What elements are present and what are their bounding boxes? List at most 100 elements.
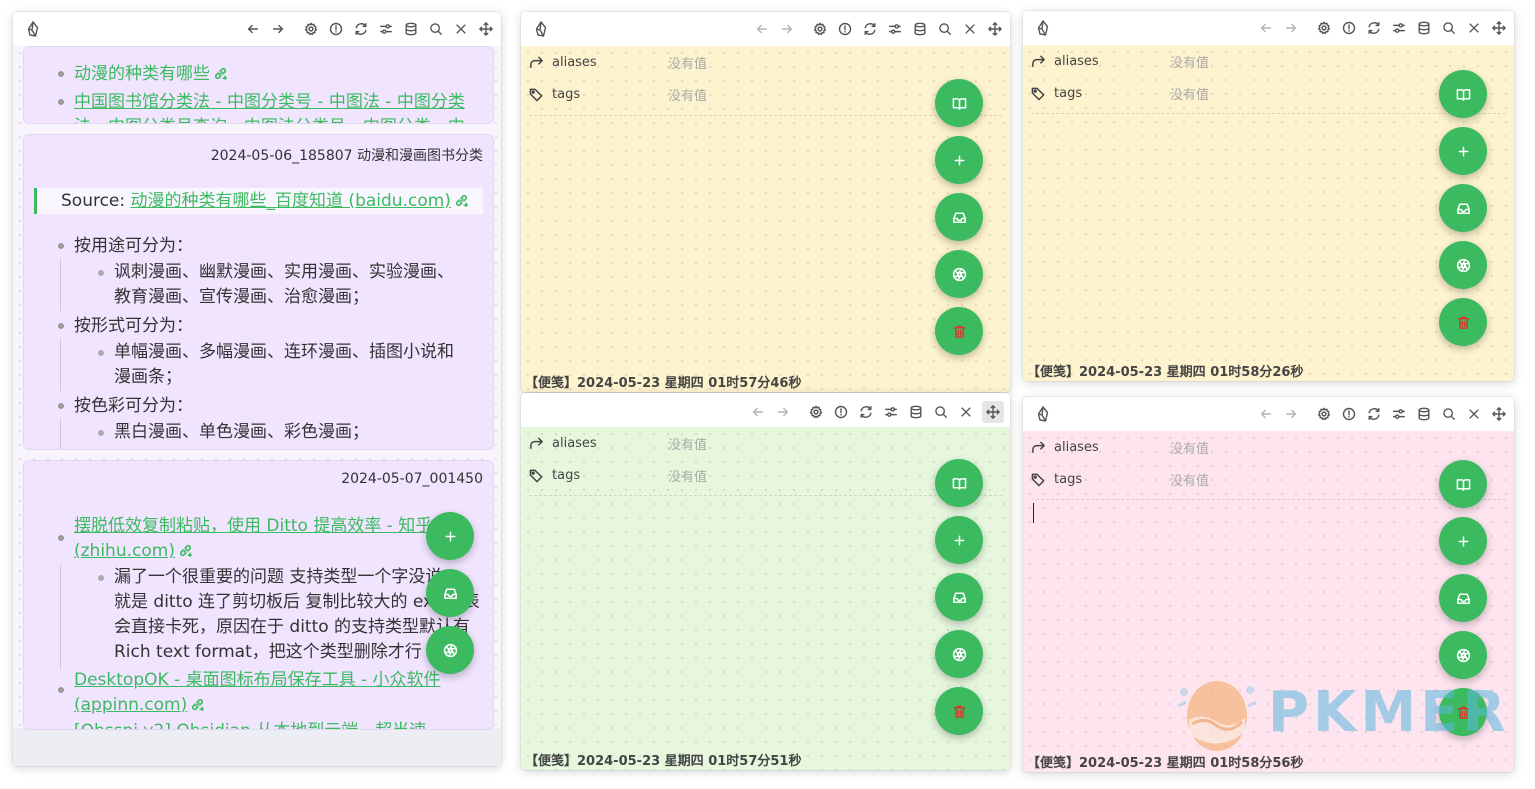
search-icon[interactable] xyxy=(427,20,445,38)
gear-icon[interactable] xyxy=(811,20,829,38)
delete-button[interactable] xyxy=(935,307,983,355)
property-tags[interactable]: tags 没有值 xyxy=(529,78,707,110)
property-aliases[interactable]: aliases 没有值 xyxy=(529,46,707,78)
inbox-button[interactable] xyxy=(1439,574,1487,622)
list-item-link[interactable]: DesktopOK - 桌面图标布局保存工具 - 小众软件 xyxy=(74,667,441,693)
inbox-button[interactable] xyxy=(1439,184,1487,232)
refresh-icon[interactable] xyxy=(857,403,875,421)
titlebar xyxy=(1023,397,1514,431)
property-tags[interactable]: tags 没有值 xyxy=(529,459,707,491)
aperture-button[interactable] xyxy=(935,630,983,678)
property-aliases[interactable]: aliases 没有值 xyxy=(1031,45,1209,77)
left-note-window: 动漫的种类有哪些 中国图书馆分类法 - 中图分类号 - 中图法 - 中图分类 法… xyxy=(13,12,501,766)
gear-icon[interactable] xyxy=(1315,19,1333,37)
property-aliases[interactable]: aliases 没有值 xyxy=(529,427,707,459)
forward-icon[interactable] xyxy=(1282,19,1300,37)
database-icon[interactable] xyxy=(911,20,929,38)
search-icon[interactable] xyxy=(1440,405,1458,423)
close-icon[interactable] xyxy=(452,20,470,38)
move-icon[interactable] xyxy=(1490,19,1508,37)
refresh-icon[interactable] xyxy=(352,20,370,38)
sliders-icon[interactable] xyxy=(1390,405,1408,423)
text-cursor[interactable] xyxy=(1033,503,1034,523)
add-button[interactable] xyxy=(1439,517,1487,565)
read-button[interactable] xyxy=(1439,460,1487,508)
search-icon[interactable] xyxy=(1440,19,1458,37)
delete-button[interactable] xyxy=(1439,298,1487,346)
sliders-icon[interactable] xyxy=(882,403,900,421)
info-icon[interactable] xyxy=(1340,19,1358,37)
inbox-button[interactable] xyxy=(426,569,474,617)
move-icon[interactable] xyxy=(982,401,1004,423)
sliders-icon[interactable] xyxy=(886,20,904,38)
aperture-button[interactable] xyxy=(426,626,474,674)
list-item-link[interactable]: (appinn.com) xyxy=(74,692,205,718)
embed-card-links: 动漫的种类有哪些 中国图书馆分类法 - 中图分类号 - 中图法 - 中图分类 法… xyxy=(23,46,494,124)
read-button[interactable] xyxy=(1439,70,1487,118)
toolbar xyxy=(746,20,1004,38)
property-tags[interactable]: tags 没有值 xyxy=(1031,77,1209,109)
list-item-link[interactable]: 法 - 中图分类号查询 - 中图法分类号 - 中图分类 - 中 xyxy=(74,114,465,123)
close-icon[interactable] xyxy=(961,20,979,38)
list-item-link[interactable]: (zhihu.com) xyxy=(74,538,193,564)
back-icon[interactable] xyxy=(749,403,767,421)
refresh-icon[interactable] xyxy=(1365,405,1383,423)
property-aliases[interactable]: aliases 没有值 xyxy=(1031,431,1209,463)
info-icon[interactable] xyxy=(832,403,850,421)
forward-icon[interactable] xyxy=(774,403,792,421)
read-button[interactable] xyxy=(935,459,983,507)
move-icon[interactable] xyxy=(477,20,495,38)
list-item: 按色彩可分为： xyxy=(74,396,193,416)
search-icon[interactable] xyxy=(932,403,950,421)
sliders-icon[interactable] xyxy=(1390,19,1408,37)
add-button[interactable] xyxy=(935,516,983,564)
refresh-icon[interactable] xyxy=(1365,19,1383,37)
refresh-icon[interactable] xyxy=(861,20,879,38)
forward-icon[interactable] xyxy=(778,20,796,38)
add-button[interactable] xyxy=(426,512,474,560)
move-icon[interactable] xyxy=(986,20,1004,38)
plus-icon xyxy=(443,529,458,544)
info-icon[interactable] xyxy=(836,20,854,38)
delete-button[interactable] xyxy=(935,687,983,735)
close-icon[interactable] xyxy=(1465,405,1483,423)
add-button[interactable] xyxy=(935,136,983,184)
database-icon[interactable] xyxy=(1415,405,1433,423)
inbox-button[interactable] xyxy=(935,573,983,621)
info-icon[interactable] xyxy=(327,20,345,38)
property-tags[interactable]: tags 没有值 xyxy=(1031,463,1209,495)
read-button[interactable] xyxy=(935,79,983,127)
search-icon[interactable] xyxy=(936,20,954,38)
back-icon[interactable] xyxy=(1257,405,1275,423)
back-icon[interactable] xyxy=(753,20,771,38)
close-icon[interactable] xyxy=(1465,19,1483,37)
gear-icon[interactable] xyxy=(807,403,825,421)
book-icon xyxy=(952,476,967,491)
list-item: 黑白漫画、单色漫画、彩色漫画； xyxy=(114,422,369,442)
aperture-button[interactable] xyxy=(1439,241,1487,289)
add-button[interactable] xyxy=(1439,127,1487,175)
list-item-link[interactable]: 摆脱低效复制粘贴，使用 Ditto 提高效率 - 知乎 xyxy=(74,513,432,539)
aperture-button[interactable] xyxy=(935,250,983,298)
list-item: 按形式可分为： xyxy=(74,316,193,336)
database-icon[interactable] xyxy=(907,403,925,421)
list-item: 漫画条； xyxy=(114,367,182,387)
database-icon[interactable] xyxy=(402,20,420,38)
close-icon[interactable] xyxy=(957,403,975,421)
source-link[interactable]: 动漫的种类有哪些_百度知道 (baidu.com) xyxy=(131,191,451,211)
info-icon[interactable] xyxy=(1340,405,1358,423)
back-icon[interactable] xyxy=(1257,19,1275,37)
list-item-link[interactable]: 中国图书馆分类法 - 中图分类号 - 中图法 - 中图分类 xyxy=(74,89,465,115)
database-icon[interactable] xyxy=(1415,19,1433,37)
gear-icon[interactable] xyxy=(1315,405,1333,423)
forward-icon[interactable] xyxy=(269,20,287,38)
list-item-link[interactable]: [Obsspi v2] Obsidian 从本地到云端，超当速 xyxy=(74,718,426,729)
list-item-link[interactable]: 动漫的种类有哪些 xyxy=(74,61,228,87)
back-icon[interactable] xyxy=(244,20,262,38)
forward-icon[interactable] xyxy=(1282,405,1300,423)
move-icon[interactable] xyxy=(1490,405,1508,423)
plus-icon xyxy=(952,533,967,548)
gear-icon[interactable] xyxy=(302,20,320,38)
inbox-button[interactable] xyxy=(935,193,983,241)
sliders-icon[interactable] xyxy=(377,20,395,38)
